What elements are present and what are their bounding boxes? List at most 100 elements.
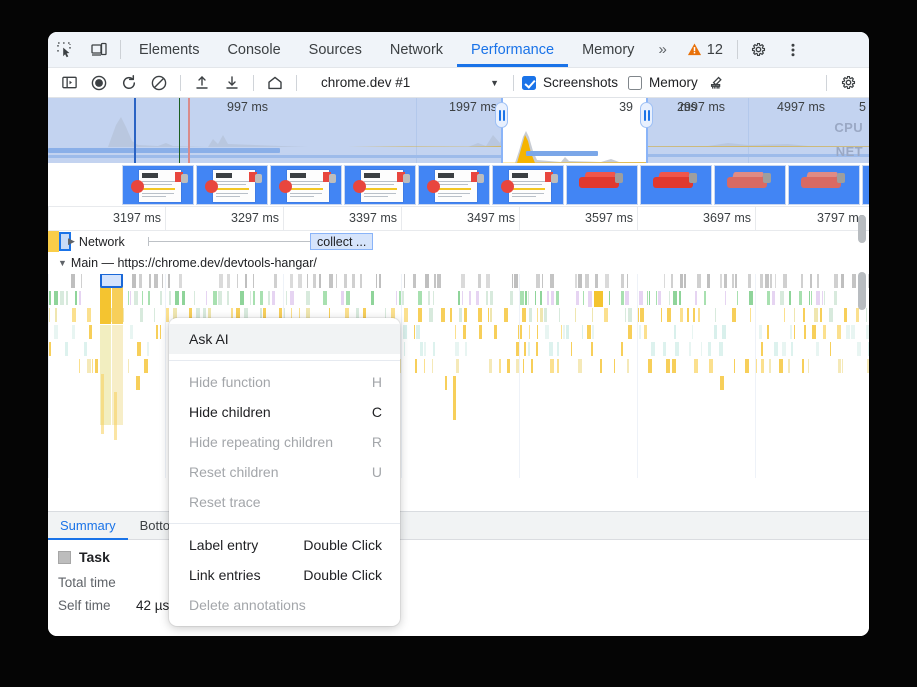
overview-dim-left [48, 98, 501, 163]
filmstrip-frame[interactable] [270, 165, 342, 205]
device-toolbar-icon[interactable] [82, 32, 116, 67]
trace-select[interactable]: chrome.dev #1 ▼ [311, 71, 507, 95]
memory-checkbox[interactable]: Memory [628, 75, 698, 90]
menu-item-label: Hide function [189, 374, 271, 390]
network-request-row[interactable]: collect ... [148, 231, 869, 252]
overview-handle-left[interactable] [495, 102, 508, 128]
tab-performance[interactable]: Performance [457, 32, 569, 67]
inspect-element-icon[interactable] [48, 32, 82, 67]
filmstrip-frame[interactable] [566, 165, 638, 205]
menu-item-label: Link entries [189, 567, 261, 583]
menu-item-hide-function: Hide function H [169, 367, 400, 397]
menu-item-link-entries[interactable]: Link entries Double Click [169, 560, 400, 590]
tab-sources[interactable]: Sources [295, 32, 376, 67]
menu-item-reset-trace: Reset trace [169, 487, 400, 517]
menu-item-label: Delete annotations [189, 597, 306, 613]
tab-label: Memory [582, 41, 635, 58]
filmstrip-frame[interactable] [788, 165, 860, 205]
filmstrip-frame[interactable] [418, 165, 490, 205]
menu-item-reset-children: Reset children U [169, 457, 400, 487]
warning-triangle-icon [687, 43, 701, 56]
menu-item-shortcut: Double Click [303, 537, 382, 553]
record-button[interactable] [84, 70, 114, 96]
memory-label: Memory [649, 75, 698, 90]
issues-warning-button[interactable]: 12 [677, 32, 733, 67]
performance-toolbar: chrome.dev #1 ▼ Screenshots Memory [48, 68, 869, 98]
menu-item-ask-ai[interactable]: Ask AI [169, 324, 400, 354]
main-track-label: Main — https://chrome.dev/devtools-hanga… [70, 255, 317, 270]
summary-value: 42 µs [136, 598, 170, 613]
warning-count: 12 [706, 41, 723, 58]
filmstrip-frame[interactable] [196, 165, 268, 205]
screenshots-label: Screenshots [543, 75, 619, 90]
menu-separator [169, 360, 400, 361]
collect-garbage-icon[interactable] [702, 70, 732, 96]
home-button[interactable] [260, 70, 290, 96]
overview-net-label: NET [835, 144, 863, 159]
more-options-icon[interactable] [776, 32, 810, 67]
menu-item-hide-children[interactable]: Hide children C [169, 397, 400, 427]
toolbar-divider-3 [296, 74, 297, 91]
flamechart-scrollbar-thumb[interactable] [858, 272, 866, 310]
filmstrip-scrollbar-thumb[interactable] [858, 215, 866, 243]
menu-item-hide-repeating-children: Hide repeating children R [169, 427, 400, 457]
toolbar-divider-4 [513, 74, 514, 91]
gear-icon[interactable] [742, 32, 776, 67]
ruler-label: 3397 ms [349, 211, 397, 225]
filmstrip-frame[interactable] [492, 165, 564, 205]
menu-item-shortcut: Double Click [303, 567, 382, 583]
clear-button[interactable] [144, 70, 174, 96]
network-track-header[interactable]: ▶ Network [62, 231, 125, 252]
save-profile-button[interactable] [217, 70, 247, 96]
devtools-window: Elements Console Sources Network Perform… [48, 32, 869, 636]
overview-ruler-label: 997 ms [227, 100, 268, 114]
summary-color-swatch [58, 550, 71, 564]
toolbar-divider [180, 74, 181, 91]
menu-item-label-entry[interactable]: Label entry Double Click [169, 530, 400, 560]
filmstrip-frame[interactable] [122, 165, 194, 205]
summary-key: Total time [58, 575, 116, 590]
ruler-label: 3297 ms [231, 211, 279, 225]
overview-ruler-label: 1997 ms [449, 100, 497, 114]
tab-network[interactable]: Network [376, 32, 457, 67]
network-track-label: Network [78, 234, 125, 249]
filmstrip-frame[interactable] [862, 165, 869, 205]
tab-summary[interactable]: Summary [48, 512, 128, 540]
tab-memory[interactable]: Memory [568, 32, 648, 67]
network-request-chip[interactable]: collect ... [310, 233, 374, 250]
toolbar-divider-2 [253, 74, 254, 91]
toggle-sidebar-button[interactable] [54, 70, 84, 96]
overview-ruler-label: 39 [619, 100, 633, 114]
filmstrip-frame[interactable] [640, 165, 712, 205]
menu-item-shortcut: H [371, 374, 382, 390]
devtools-tabstrip: Elements Console Sources Network Perform… [48, 32, 869, 68]
context-menu[interactable]: Ask AI Hide function H Hide children C Hide r… [169, 318, 400, 626]
main-track-header[interactable]: ▼ Main — https://chrome.dev/devtools-han… [52, 252, 317, 273]
tabstrip-divider [120, 40, 121, 59]
more-tabs-icon[interactable]: » [648, 32, 676, 67]
selected-flame-entry[interactable] [100, 274, 123, 288]
overview-handle-right[interactable] [640, 102, 653, 128]
menu-item-label: Hide repeating children [189, 434, 333, 450]
tab-console[interactable]: Console [213, 32, 294, 67]
overview-ruler-label-text: 4997 ms [777, 100, 825, 114]
capture-settings-gear-icon[interactable] [833, 70, 863, 96]
load-profile-button[interactable] [187, 70, 217, 96]
network-request-label: collect ... [317, 234, 367, 249]
overview-window-net-bar [526, 151, 598, 156]
filmstrip-frame[interactable] [344, 165, 416, 205]
screenshots-checkbox[interactable]: Screenshots [522, 75, 618, 90]
ruler-label: 3697 ms [703, 211, 751, 225]
tab-elements[interactable]: Elements [125, 32, 213, 67]
filmstrip-track[interactable] [48, 163, 869, 207]
filmstrip-frame[interactable] [714, 165, 786, 205]
menu-item-label: Reset children [189, 464, 279, 480]
tab-label: Network [389, 41, 444, 58]
record-and-reload-button[interactable] [114, 70, 144, 96]
chevron-down-icon: ▼ [58, 257, 67, 268]
checkbox-box [522, 75, 536, 90]
overview-ruler-label-text: 5 [859, 100, 866, 114]
timeline-overview[interactable]: 997 ms 1997 ms 2997 ms 39 ms 4997 ms 499… [48, 98, 869, 163]
menu-item-shortcut: R [371, 434, 382, 450]
details-tab-label: Summary [60, 518, 116, 533]
